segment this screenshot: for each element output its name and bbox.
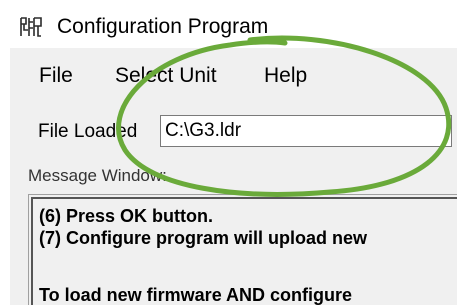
message-window[interactable]: (6) Press OK button. (7) Configure progr…: [28, 194, 457, 305]
message-line: (6) Press OK button.: [39, 206, 214, 226]
file-loaded-field[interactable]: C:\G3.ldr: [160, 115, 452, 147]
menu-file[interactable]: File: [39, 64, 73, 88]
message-window-frame: (6) Press OK button. (7) Configure progr…: [31, 197, 457, 305]
message-line: To load new firmware AND configure: [39, 285, 353, 305]
message-window-label: Message Window:: [28, 166, 167, 185]
menu-bar: [10, 48, 457, 104]
menu-help[interactable]: Help: [264, 64, 307, 88]
title-bar: Configuration Program: [0, 0, 457, 48]
message-line: (7) Configure program will upload new: [39, 228, 368, 248]
file-loaded-label: File Loaded: [38, 121, 138, 142]
menu-select-unit[interactable]: Select Unit: [115, 64, 217, 88]
window-title: Configuration Program: [57, 15, 269, 38]
app-logo-icon: [20, 17, 42, 37]
